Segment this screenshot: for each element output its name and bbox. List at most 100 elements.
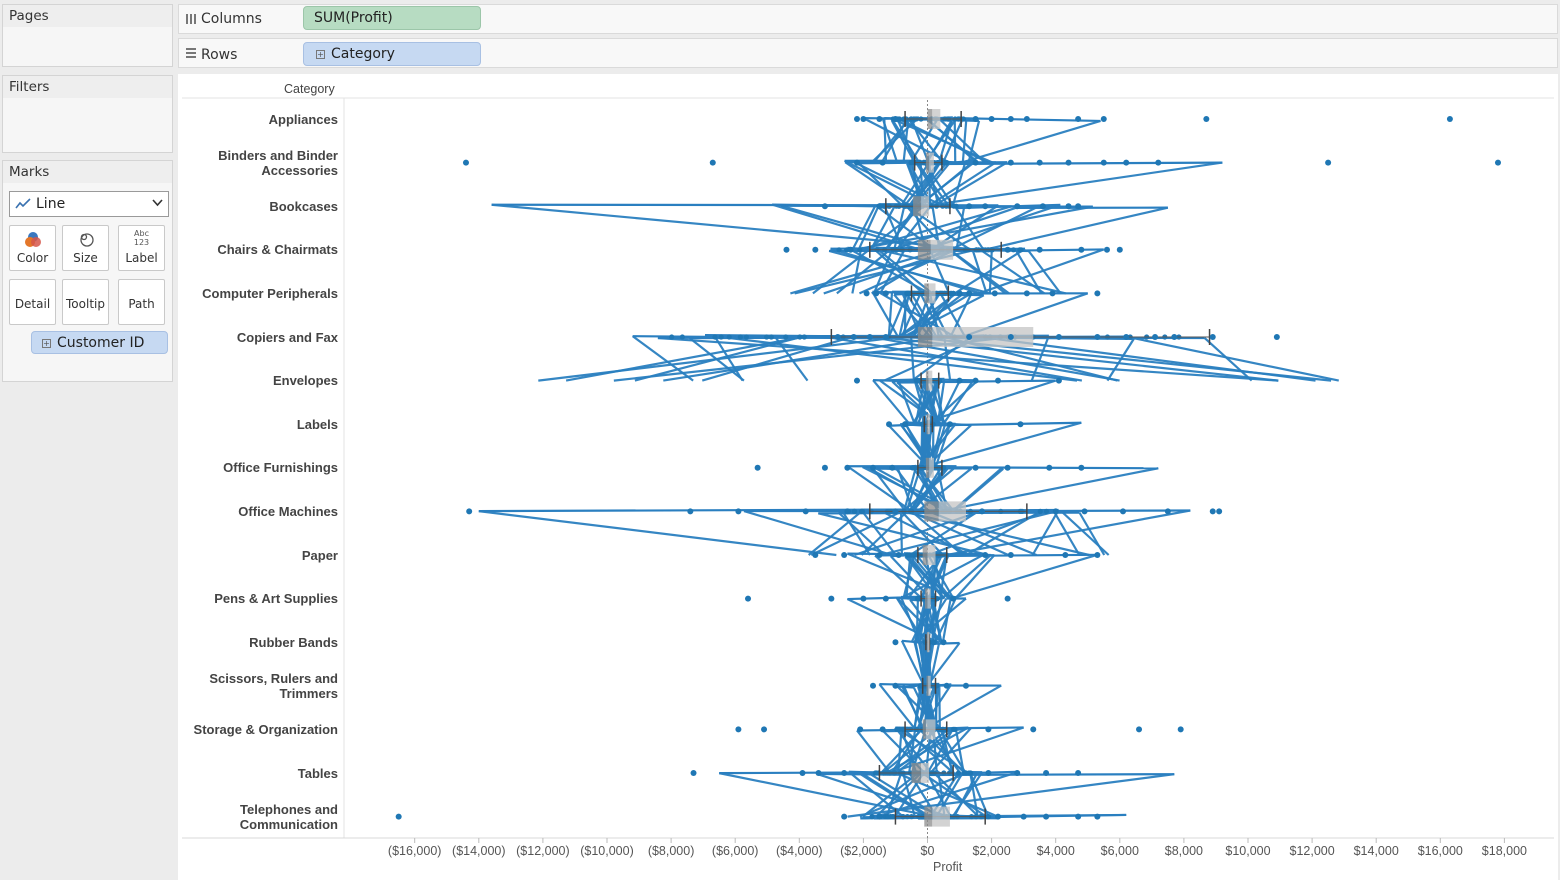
visualization-pane[interactable]: Category Appliances Binders and Binder Acc…	[178, 74, 1558, 880]
expand-icon[interactable]: +	[42, 339, 51, 348]
box-upper-quartile	[928, 675, 931, 696]
profit-point	[852, 508, 858, 514]
outlier-point	[1049, 290, 1056, 297]
tooltip-button[interactable]: Tooltip	[62, 279, 109, 325]
outlier-point	[690, 770, 697, 776]
profit-line-segment	[941, 597, 952, 643]
profit-line-segment	[858, 162, 904, 207]
category-label[interactable]: Paper	[182, 548, 338, 563]
outlier-point	[1055, 377, 1062, 384]
profit-line-segment	[984, 206, 1169, 251]
category-label[interactable]: Office Furnishings	[182, 460, 338, 475]
category-label[interactable]: Appliances	[182, 112, 338, 127]
box-lower-quartile	[925, 370, 929, 391]
outlier-point	[1075, 813, 1082, 820]
profit-line-segment	[872, 379, 911, 425]
outlier-point	[709, 159, 716, 166]
category-label[interactable]: Binders and Binder Accessories	[182, 148, 338, 178]
profit-point	[1037, 508, 1043, 514]
label-button[interactable]: Abc 123 Label	[118, 225, 165, 271]
category-label[interactable]: Storage & Organization	[182, 722, 338, 737]
box-plot-chart[interactable]	[178, 74, 1558, 880]
filters-card[interactable]: Filters	[2, 75, 173, 153]
outlier-point	[943, 682, 950, 689]
box-lower-quartile	[925, 457, 930, 478]
category-label[interactable]: Scissors, Rulers and Trimmers	[182, 671, 338, 701]
box-upper-quartile	[932, 109, 941, 129]
category-label[interactable]: Pens & Art Supplies	[182, 591, 338, 606]
path-button[interactable]: Path	[118, 279, 165, 325]
detail-button[interactable]: Detail	[9, 279, 56, 325]
outlier-point	[966, 203, 973, 210]
outlier-point	[1014, 770, 1021, 776]
outlier-point	[962, 682, 969, 689]
category-label-line: Communication	[239, 816, 338, 832]
box-lower-quartile	[924, 588, 928, 609]
customer-id-detail-pill[interactable]: + Customer ID	[31, 331, 168, 354]
outlier-point	[1273, 334, 1280, 340]
outlier-point	[1100, 159, 1107, 166]
profit-point	[857, 247, 863, 253]
outlier-point	[761, 726, 768, 733]
rows-shelf[interactable]: Rows + Category	[178, 38, 1558, 68]
profit-point	[743, 334, 749, 340]
category-label[interactable]: Computer Peripherals	[182, 286, 338, 301]
pages-title: Pages	[9, 8, 49, 24]
size-label: Size	[73, 251, 98, 265]
outlier-point	[687, 508, 694, 515]
outlier-point	[857, 726, 864, 733]
category-label-line: Computer Peripherals	[202, 285, 338, 301]
color-button[interactable]: Color	[9, 225, 56, 271]
category-label-line: Office Furnishings	[223, 460, 338, 476]
outlier-point	[1014, 203, 1021, 210]
category-label[interactable]: Tables	[182, 766, 338, 781]
outlier-point	[395, 813, 402, 820]
outlier-point	[821, 203, 828, 210]
mark-type-dropdown[interactable]: Line	[9, 191, 169, 217]
outlier-point	[821, 464, 828, 471]
category-label[interactable]: Copiers and Fax	[182, 330, 338, 345]
outlier-point	[940, 639, 947, 646]
line-mark-icon	[15, 198, 31, 209]
profit-point	[718, 334, 724, 340]
outlier-point	[745, 595, 752, 602]
size-button[interactable]: Size	[62, 225, 109, 271]
columns-shelf[interactable]: Columns SUM(Profit)	[178, 4, 1558, 34]
category-label-line: Appliances	[268, 111, 338, 127]
outlier-point	[812, 246, 819, 253]
outlier-point	[1017, 421, 1024, 428]
category-label[interactable]: Labels	[182, 417, 338, 432]
profit-point	[955, 770, 962, 776]
category-label-line: Telephones and	[240, 801, 338, 817]
category-label[interactable]: Envelopes	[182, 373, 338, 388]
columns-label: Columns	[201, 11, 262, 27]
outlier-point	[815, 770, 822, 776]
outlier-point	[1043, 770, 1050, 776]
box-lower-quartile	[927, 109, 933, 129]
category-label[interactable]: Office Machines	[182, 504, 338, 519]
outlier-point	[870, 682, 877, 689]
category-label[interactable]: Chairs & Chairmats	[182, 242, 338, 257]
profit-point	[763, 334, 770, 340]
outlier-point	[1103, 246, 1110, 253]
outlier-point	[1007, 552, 1014, 558]
profit-point	[1018, 247, 1024, 253]
category-pill[interactable]: + Category	[303, 42, 481, 66]
outlier-point	[1116, 246, 1123, 253]
profit-point	[1043, 508, 1050, 514]
category-label[interactable]: Telephones and Communication	[182, 802, 338, 832]
profit-point	[768, 334, 774, 340]
profit-point	[910, 465, 916, 471]
filters-title: Filters	[9, 79, 50, 95]
category-label-line: Binders and Binder	[218, 147, 338, 163]
outlier-point	[876, 813, 883, 820]
outlier-point	[876, 203, 883, 210]
outlier-point	[895, 552, 902, 558]
category-label[interactable]: Rubber Bands	[182, 635, 338, 650]
outlier-point	[876, 552, 883, 558]
expand-icon[interactable]: +	[316, 50, 325, 59]
category-label[interactable]: Bookcases	[182, 199, 338, 214]
box-lower-quartile	[924, 283, 930, 304]
sum-profit-pill[interactable]: SUM(Profit)	[303, 6, 481, 30]
profit-point	[869, 814, 875, 820]
